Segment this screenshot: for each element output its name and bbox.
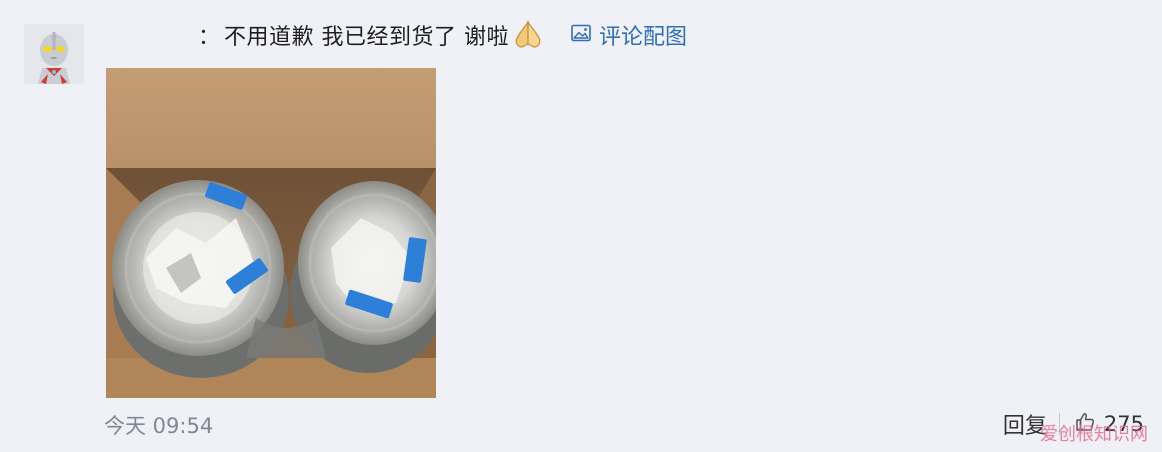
ultraman-avatar-icon [24,24,84,84]
divider [1058,413,1060,435]
like-count: 275 [1103,412,1144,436]
comment-timestamp: 今天 09:54 [104,414,214,438]
avatar[interactable] [24,24,84,84]
comment-text: 不用道歉 我已经到货了 谢啦 [224,25,509,50]
image-icon [571,23,591,48]
thumbs-up-icon [1074,411,1096,437]
pray-hands-icon [511,18,545,52]
view-comment-image-label: 评论配图 [599,25,688,50]
comment-image[interactable] [106,68,436,398]
comment-line: ： 不用道歉 我已经到货了 谢啦 评论配图 [198,18,687,52]
cups-in-box-photo [106,68,436,398]
like-button[interactable]: 275 [1074,411,1144,437]
comment-prefix: ： [198,25,221,50]
comment-actions: 回复 275 [1003,408,1144,440]
reply-button[interactable]: 回复 [1003,408,1047,440]
view-comment-image-link[interactable]: 评论配图 [571,19,687,51]
